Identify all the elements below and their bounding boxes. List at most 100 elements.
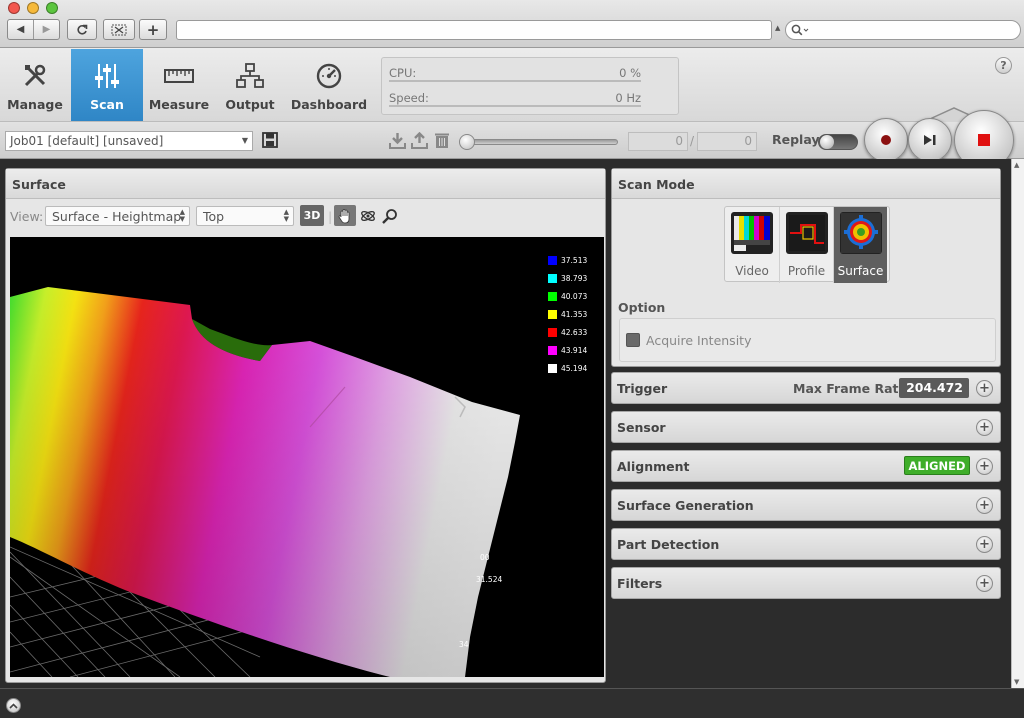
save-icon <box>262 132 278 148</box>
delete-button[interactable] <box>434 132 450 152</box>
legend-item: 41.353 <box>548 305 587 323</box>
back-arrow-icon: ◀ <box>16 24 25 35</box>
download-button[interactable] <box>389 132 406 152</box>
minimize-window-button[interactable] <box>27 2 39 14</box>
help-button[interactable]: ? <box>995 57 1012 74</box>
expand-plus-icon[interactable]: + <box>976 419 993 436</box>
frame-separator: / <box>690 134 695 148</box>
mode-profile-button[interactable]: Profile <box>779 207 833 283</box>
scan-mode-title: Scan Mode <box>612 169 1000 199</box>
forward-arrow-icon: ▶ <box>42 24 51 35</box>
grid-label: 31.524 <box>476 575 503 584</box>
frame-current-field[interactable]: 0 <box>628 132 688 151</box>
mode-surface-label: Surface <box>837 264 884 278</box>
updown-icon: ▲ ▼ <box>179 208 185 223</box>
tab-dashboard[interactable]: Dashboard <box>290 49 368 121</box>
option-box: Acquire Intensity <box>619 318 996 362</box>
tab-output[interactable]: Output <box>217 49 283 121</box>
section-trigger[interactable]: Trigger Max Frame Rate: 204.472 + <box>611 372 1001 404</box>
forward-button[interactable]: ▶ <box>33 20 59 39</box>
cpu-stat: CPU: 0 % <box>389 66 641 82</box>
section-surface-generation[interactable]: Surface Generation + <box>611 489 1001 521</box>
expand-plus-icon[interactable]: + <box>976 575 993 592</box>
section-alignment[interactable]: Alignment ALIGNED + <box>611 450 1001 482</box>
status-bar <box>0 688 1024 718</box>
app-toolbar: Manage Scan Measure Output Dashboard CPU… <box>0 48 1024 157</box>
chevron-down-icon: ▼ <box>241 136 248 145</box>
download-icon <box>389 133 406 149</box>
expand-plus-icon[interactable]: + <box>976 458 993 475</box>
plus-icon: + <box>146 20 160 39</box>
chevron-up-icon <box>9 702 18 709</box>
scroll-down-icon[interactable]: ▼ <box>1014 678 1019 686</box>
tab-scan[interactable]: Scan <box>71 49 143 121</box>
pan-tool-button[interactable] <box>334 205 356 226</box>
step-button[interactable] <box>908 118 952 162</box>
save-job-button[interactable] <box>262 132 278 151</box>
section-surface-generation-title: Surface Generation <box>617 498 754 513</box>
address-bar[interactable] <box>176 20 772 40</box>
acquire-intensity-checkbox[interactable] <box>626 333 640 347</box>
option-title: Option <box>618 300 666 315</box>
frame-total-field[interactable]: 0 <box>697 132 757 151</box>
legend-swatch <box>548 363 557 373</box>
mode-surface-button[interactable]: Surface <box>833 207 887 283</box>
record-icon <box>881 135 891 145</box>
search-icon <box>791 24 809 36</box>
hand-icon <box>338 208 350 223</box>
scroll-up-icon[interactable]: ▲ <box>1014 161 1019 169</box>
expand-plus-icon[interactable]: + <box>976 497 993 514</box>
search-input[interactable] <box>785 20 1021 40</box>
surface-panel: Surface View: Surface - Heightmap ▲ ▼ Top… <box>5 168 606 683</box>
gauge-icon <box>316 55 342 97</box>
profile-icon <box>785 212 828 254</box>
address-dropdown-icon[interactable]: ▲ <box>775 24 780 32</box>
legend-swatch <box>548 309 557 319</box>
tab-measure[interactable]: Measure <box>145 49 213 121</box>
max-frame-rate-value: 204.472 <box>899 378 969 398</box>
scan-mode-panel: Scan Mode Video Profile Surface Option A… <box>611 168 1001 367</box>
rotate-tool-button[interactable] <box>358 205 378 226</box>
back-button[interactable]: ◀ <box>8 20 33 39</box>
section-filters[interactable]: Filters + <box>611 567 1001 599</box>
view-angle-select[interactable]: Top ▲ ▼ <box>196 206 294 226</box>
close-window-button[interactable] <box>8 2 20 14</box>
scissors-icon <box>111 24 127 35</box>
zoom-tool-button[interactable] <box>380 205 400 226</box>
expand-status-button[interactable] <box>6 698 21 713</box>
system-stats: CPU: 0 % Speed: 0 Hz <box>381 57 679 115</box>
legend-swatch <box>548 327 557 337</box>
legend-item: 37.513 <box>548 251 587 269</box>
reload-icon <box>77 24 88 35</box>
snip-button[interactable] <box>103 19 135 40</box>
heightmap-viewport[interactable]: 37.513 38.793 40.073 41.353 42.633 43.91… <box>10 237 604 677</box>
frame-slider[interactable] <box>459 134 618 150</box>
upload-button[interactable] <box>411 131 428 152</box>
legend-item: 43.914 <box>548 341 587 359</box>
replay-toggle[interactable] <box>818 134 858 150</box>
heightmap-render <box>10 287 520 677</box>
reload-button[interactable] <box>67 19 97 40</box>
expand-plus-icon[interactable]: + <box>976 380 993 397</box>
new-tab-button[interactable]: + <box>139 19 167 40</box>
toggle-3d-button[interactable]: 3D <box>300 205 324 226</box>
section-sensor-title: Sensor <box>617 420 666 435</box>
tab-manage[interactable]: Manage <box>0 49 70 121</box>
mode-video-button[interactable]: Video <box>725 207 779 283</box>
job-select[interactable]: Job01 [default] [unsaved] ▼ <box>5 131 253 151</box>
ruler-icon <box>164 55 194 97</box>
browser-chrome: ◀ ▶ + ▲ <box>0 0 1024 48</box>
legend-swatch <box>548 273 557 283</box>
legend-item: 45.194 <box>548 359 587 377</box>
zoom-window-button[interactable] <box>46 2 58 14</box>
section-sensor[interactable]: Sensor + <box>611 411 1001 443</box>
vertical-scrollbar[interactable]: ▲ ▼ <box>1011 159 1024 688</box>
frame-slider-knob[interactable] <box>459 134 475 150</box>
expand-plus-icon[interactable]: + <box>976 536 993 553</box>
record-button[interactable] <box>864 118 908 162</box>
color-legend: 37.513 38.793 40.073 41.353 42.633 43.91… <box>548 251 587 377</box>
upload-icon <box>411 131 428 149</box>
section-part-detection[interactable]: Part Detection + <box>611 528 1001 560</box>
max-frame-rate-label: Max Frame Rate: <box>793 381 912 396</box>
view-mode-select[interactable]: Surface - Heightmap ▲ ▼ <box>45 206 190 226</box>
